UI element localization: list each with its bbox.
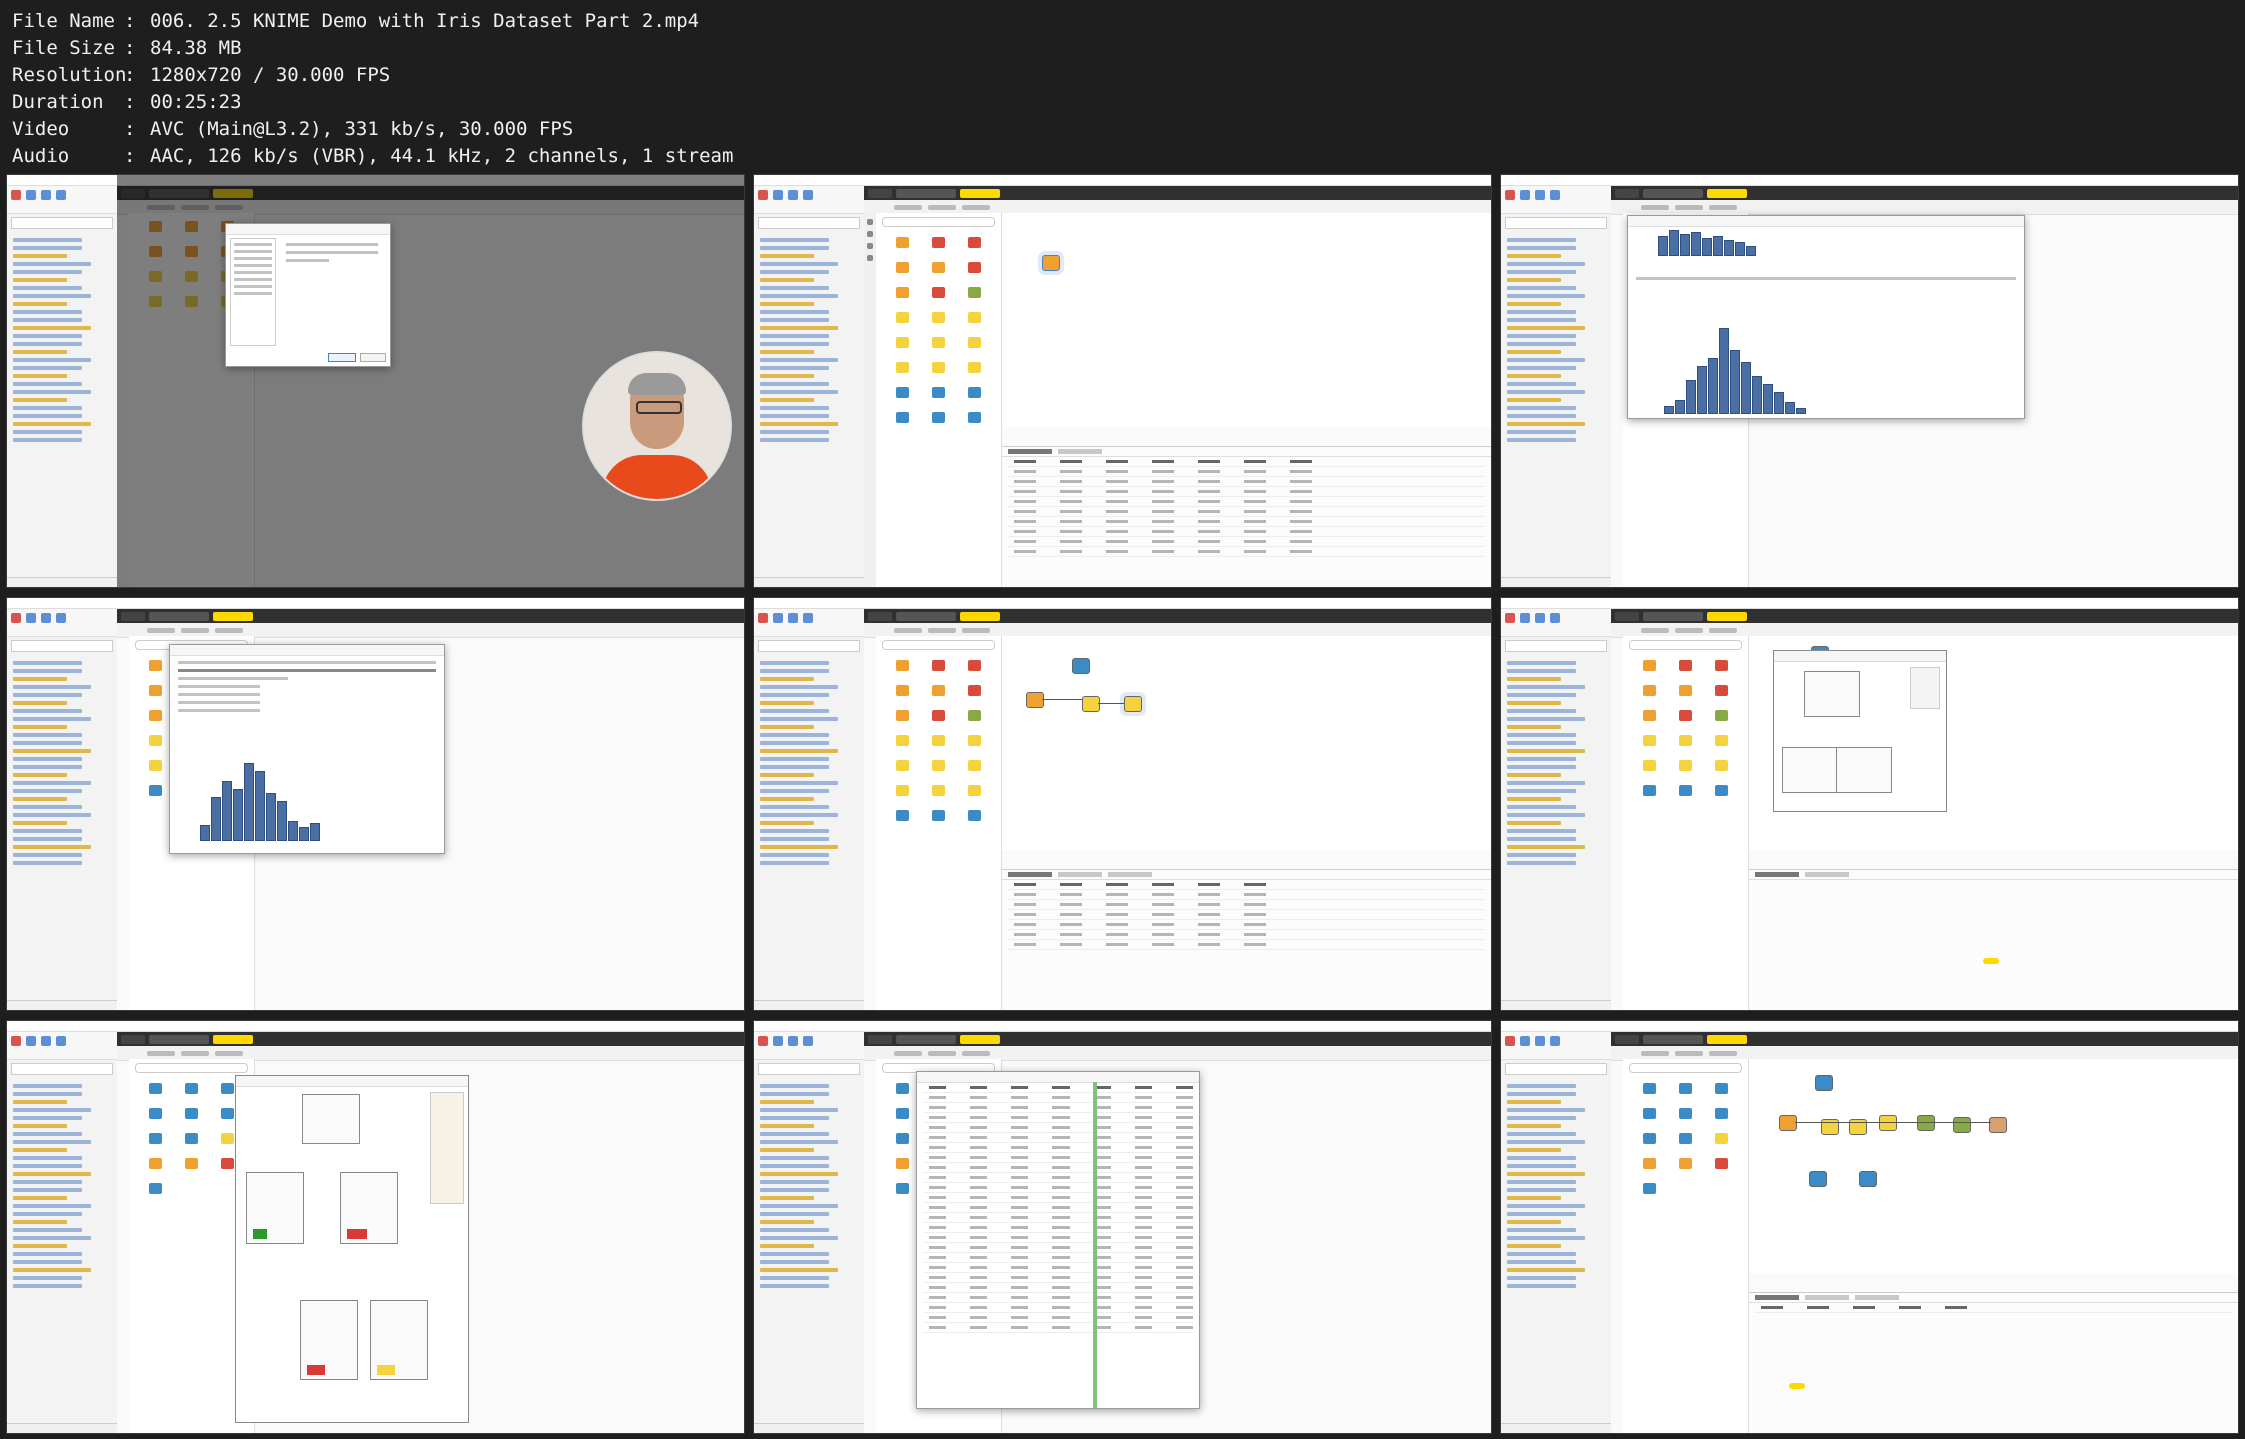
thumbnail-8[interactable] bbox=[753, 1020, 1492, 1434]
node-repository[interactable] bbox=[876, 213, 1002, 587]
top-histogram bbox=[1658, 228, 1756, 256]
file-info-header: File Name:006. 2.5 KNIME Demo with Iris … bbox=[12, 8, 733, 170]
file-explorer-pane bbox=[7, 175, 118, 587]
main-histogram bbox=[1664, 324, 1806, 414]
audio-value: AAC, 126 kb/s (VBR), 44.1 kHz, 2 channel… bbox=[150, 145, 734, 167]
node-search-input[interactable] bbox=[882, 217, 995, 227]
preferences-dialog[interactable] bbox=[225, 223, 391, 367]
resolution-separator: : bbox=[124, 64, 136, 86]
duration-label: Duration bbox=[12, 91, 104, 113]
thumbnail-grid bbox=[6, 174, 2239, 1434]
thumbnail-6[interactable] bbox=[1500, 597, 2239, 1011]
file-size-row: File Size:84.38 MB bbox=[12, 35, 733, 62]
histogram bbox=[200, 761, 320, 841]
decision-tree-view[interactable] bbox=[1773, 650, 1947, 812]
file-size-value: 84.38 MB bbox=[150, 37, 242, 59]
audio-row: Audio: AAC, 126 kb/s (VBR), 44.1 kHz, 2 c… bbox=[12, 143, 733, 170]
duration-value: 00:25:23 bbox=[150, 91, 242, 113]
file-name-label: File Name bbox=[12, 10, 115, 32]
audio-separator: : bbox=[124, 145, 136, 167]
decision-tree-view[interactable] bbox=[235, 1075, 469, 1423]
csv-reader-node[interactable] bbox=[1042, 255, 1060, 271]
file-size-label: File Size bbox=[12, 37, 115, 59]
file-name-separator: : bbox=[124, 10, 136, 32]
execute-button[interactable] bbox=[1789, 1383, 1805, 1389]
video-value: AVC (Main@L3.2), 331 kb/s, 30.000 FPS bbox=[150, 118, 574, 140]
classified-data-table[interactable] bbox=[916, 1071, 1200, 1409]
cancel-button[interactable] bbox=[360, 353, 386, 362]
data-explorer-view[interactable] bbox=[1627, 215, 2025, 419]
thumbnail-5[interactable] bbox=[753, 597, 1492, 1011]
knime-window bbox=[864, 175, 1491, 587]
output-port-message bbox=[1983, 958, 1999, 964]
duration-separator: : bbox=[124, 91, 136, 113]
file-name-row: File Name:006. 2.5 KNIME Demo with Iris … bbox=[12, 8, 733, 35]
apply-and-close-button[interactable] bbox=[328, 353, 356, 362]
audio-label: Audio bbox=[12, 145, 70, 167]
video-row: Video: AVC (Main@L3.2), 331 kb/s, 30.000 … bbox=[12, 116, 733, 143]
column-filter-node[interactable] bbox=[1082, 696, 1100, 712]
thumbnail-1[interactable] bbox=[6, 174, 745, 588]
thumbnail-9[interactable] bbox=[1500, 1020, 2239, 1434]
csv-reader-node[interactable] bbox=[1026, 692, 1044, 708]
presenter-webcam bbox=[582, 351, 732, 501]
partitioning-node[interactable] bbox=[1124, 696, 1142, 712]
workflow-canvas[interactable] bbox=[1749, 1059, 2238, 1274]
thumbnail-2[interactable] bbox=[753, 174, 1492, 588]
resolution-value: 1280x720 / 30.000 FPS bbox=[150, 64, 391, 86]
file-size-separator: : bbox=[124, 37, 136, 59]
video-separator: : bbox=[124, 118, 136, 140]
workflow-canvas[interactable] bbox=[1002, 213, 1491, 428]
file-name-value: 006. 2.5 KNIME Demo with Iris Dataset Pa… bbox=[150, 10, 700, 32]
data-explorer-view[interactable] bbox=[169, 644, 445, 854]
thumbnail-7[interactable] bbox=[6, 1020, 745, 1434]
duration-row: Duration:00:25:23 bbox=[12, 89, 733, 116]
workflow-canvas[interactable] bbox=[1002, 636, 1491, 851]
data-explorer-node[interactable] bbox=[1072, 658, 1090, 674]
output-table-view bbox=[1002, 445, 1491, 587]
resolution-row: Resolution:1280x720 / 30.000 FPS bbox=[12, 62, 733, 89]
resolution-label: Resolution bbox=[12, 64, 127, 86]
thumbnail-4[interactable] bbox=[6, 597, 745, 1011]
video-label: Video bbox=[12, 118, 70, 140]
thumbnail-3[interactable] bbox=[1500, 174, 2239, 588]
